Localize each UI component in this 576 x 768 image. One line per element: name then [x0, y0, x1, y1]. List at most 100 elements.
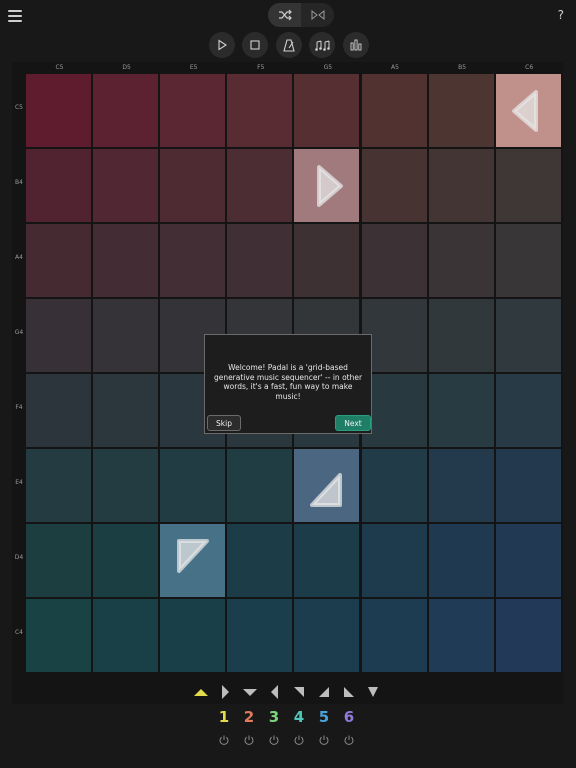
grid-cell[interactable] — [495, 74, 561, 147]
grid-cell[interactable] — [294, 524, 360, 597]
mixer-button[interactable] — [343, 32, 369, 58]
power-icon — [344, 735, 354, 745]
grid-cell[interactable] — [93, 299, 159, 372]
power-button[interactable] — [243, 731, 255, 745]
mirror-button[interactable] — [301, 3, 334, 27]
direction-option[interactable] — [218, 684, 234, 700]
grid-cell[interactable] — [294, 449, 360, 522]
grid-cell[interactable] — [361, 74, 427, 147]
direction-option[interactable] — [365, 684, 381, 700]
grid-cell[interactable] — [495, 224, 561, 297]
power-button[interactable] — [318, 731, 330, 745]
grid-cell[interactable] — [227, 149, 293, 222]
grid-cell[interactable] — [93, 374, 159, 447]
notes-button[interactable] — [309, 32, 335, 58]
grid-cell[interactable] — [26, 599, 91, 672]
column-label: D5 — [122, 64, 131, 71]
voice-number[interactable]: 6 — [341, 708, 357, 726]
grid-cell[interactable] — [160, 74, 226, 147]
shuffle-icon — [278, 9, 292, 21]
column-label: G5 — [323, 64, 333, 71]
power-button[interactable] — [268, 731, 280, 745]
grid-cell[interactable] — [93, 599, 159, 672]
grid-cell[interactable] — [26, 524, 91, 597]
grid-cell[interactable] — [361, 224, 427, 297]
grid-cell[interactable] — [26, 449, 91, 522]
grid-cell[interactable] — [294, 224, 360, 297]
grid-cell[interactable] — [361, 449, 427, 522]
grid-cell[interactable] — [495, 599, 561, 672]
arrow-down-icon — [243, 689, 258, 696]
help-button[interactable]: ? — [558, 8, 564, 22]
grid-cell[interactable] — [93, 74, 159, 147]
voice-number[interactable]: 4 — [291, 708, 307, 726]
grid-cell[interactable] — [428, 374, 494, 447]
grid-cell[interactable] — [428, 224, 494, 297]
grid-cell[interactable] — [227, 449, 293, 522]
grid-cell[interactable] — [227, 74, 293, 147]
grid-cell[interactable] — [160, 449, 226, 522]
grid-cell[interactable] — [227, 224, 293, 297]
grid-cell[interactable] — [26, 74, 91, 147]
play-button[interactable] — [209, 32, 235, 58]
grid-cell[interactable] — [26, 149, 91, 222]
row-label: C4 — [14, 629, 23, 636]
stop-button[interactable] — [242, 32, 268, 58]
power-button[interactable] — [343, 731, 355, 745]
grid-cell[interactable] — [294, 74, 360, 147]
grid-cell[interactable] — [160, 149, 226, 222]
grid-cell[interactable] — [93, 224, 159, 297]
grid-cell[interactable] — [93, 149, 159, 222]
grid-cell[interactable] — [227, 524, 293, 597]
power-button[interactable] — [293, 731, 305, 745]
grid-cell[interactable] — [160, 224, 226, 297]
direction-option[interactable] — [193, 684, 209, 700]
grid-cell[interactable] — [428, 599, 494, 672]
grid-cell[interactable] — [93, 449, 159, 522]
grid-cell[interactable] — [495, 149, 561, 222]
grid-cell[interactable] — [93, 524, 159, 597]
hamburger-icon[interactable] — [8, 8, 22, 22]
voice-number[interactable]: 3 — [266, 708, 282, 726]
grid-cell[interactable] — [428, 74, 494, 147]
direction-option[interactable] — [242, 684, 258, 700]
grid-cell[interactable] — [294, 599, 360, 672]
power-button[interactable] — [218, 731, 230, 745]
direction-option[interactable] — [267, 684, 283, 700]
grid-cell[interactable] — [227, 599, 293, 672]
row-label: E4 — [15, 479, 23, 486]
grid-cell[interactable] — [361, 149, 427, 222]
skip-button[interactable]: Skip — [207, 415, 241, 431]
direction-option[interactable] — [316, 684, 332, 700]
grid-cell[interactable] — [294, 149, 360, 222]
grid-cell[interactable] — [428, 149, 494, 222]
grid-cell[interactable] — [160, 599, 226, 672]
grid-cell[interactable] — [428, 299, 494, 372]
grid-cell[interactable] — [26, 224, 91, 297]
grid-cell[interactable] — [361, 524, 427, 597]
stop-icon — [250, 40, 260, 50]
column-label: A5 — [391, 64, 399, 71]
voice-number[interactable]: 5 — [316, 708, 332, 726]
grid-cell[interactable] — [361, 599, 427, 672]
grid-cell[interactable] — [495, 374, 561, 447]
grid-cell[interactable] — [428, 449, 494, 522]
grid-cell[interactable] — [495, 299, 561, 372]
direction-option[interactable] — [291, 684, 307, 700]
grid-cell[interactable] — [26, 374, 91, 447]
voice-number[interactable]: 1 — [216, 708, 232, 726]
grid-cell[interactable] — [495, 524, 561, 597]
grid-cell[interactable] — [428, 524, 494, 597]
arrow-left-icon — [270, 685, 278, 699]
grid-cell[interactable] — [26, 299, 91, 372]
metronome-button[interactable] — [276, 32, 302, 58]
mode-toggle — [268, 3, 334, 27]
grid-cell[interactable] — [495, 449, 561, 522]
grid-cell[interactable] — [160, 524, 226, 597]
power-icon — [294, 735, 304, 745]
shuffle-button[interactable] — [268, 3, 301, 27]
voice-number[interactable]: 2 — [241, 708, 257, 726]
next-button[interactable]: Next — [335, 415, 371, 431]
arrow-up-left-icon — [294, 687, 305, 697]
direction-option[interactable] — [341, 684, 357, 700]
